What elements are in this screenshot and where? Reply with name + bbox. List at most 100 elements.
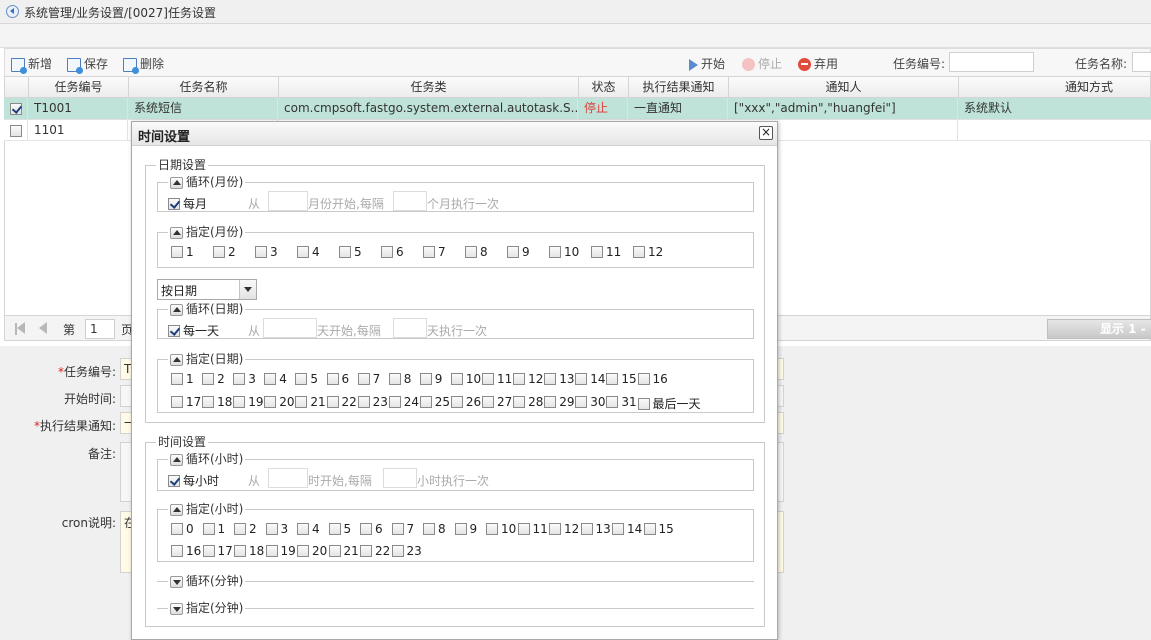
option-checkbox[interactable]	[381, 245, 393, 258]
checkbox-option[interactable]: 10	[450, 372, 481, 386]
option-checkbox[interactable]	[357, 372, 370, 385]
option-checkbox[interactable]	[255, 245, 267, 258]
checkbox-option[interactable]: 24	[388, 395, 419, 409]
option-checkbox[interactable]	[450, 395, 463, 408]
back-circle-icon[interactable]	[6, 5, 19, 18]
every-month-checkbox[interactable]	[168, 197, 180, 210]
checkbox-option[interactable]: 2	[213, 245, 236, 259]
checkbox-option[interactable]: 9	[454, 522, 477, 536]
checkbox-option[interactable]: 最后一天	[637, 395, 701, 412]
option-checkbox[interactable]	[171, 395, 183, 408]
month-start-input[interactable]	[268, 191, 308, 211]
option-checkbox[interactable]	[297, 245, 309, 258]
checkbox-option[interactable]: 27	[482, 395, 512, 409]
checkbox-option[interactable]: 2	[202, 372, 225, 386]
checkbox-option[interactable]: 5	[295, 372, 318, 386]
checkbox-option[interactable]: 25	[419, 395, 450, 409]
checkbox-option[interactable]: 9	[419, 372, 442, 386]
option-checkbox[interactable]	[423, 522, 435, 535]
chevron-down-icon[interactable]	[239, 280, 256, 299]
checkbox-option[interactable]: 14	[575, 372, 606, 386]
checkbox-option[interactable]: 22	[360, 544, 390, 558]
option-checkbox[interactable]	[171, 544, 183, 557]
checkbox-option[interactable]: 10	[549, 245, 579, 259]
header-method[interactable]: 通知方式	[959, 77, 1151, 98]
option-checkbox[interactable]	[388, 372, 401, 385]
checkbox-option[interactable]: 22	[326, 395, 357, 409]
option-checkbox[interactable]	[637, 397, 650, 410]
option-checkbox[interactable]	[264, 372, 277, 385]
start-button[interactable]: 开始	[689, 55, 725, 72]
every-day-option[interactable]: 每一天	[168, 322, 219, 339]
checkbox-option[interactable]: 2	[234, 522, 257, 536]
checkbox-option[interactable]: 8	[465, 245, 488, 259]
option-checkbox[interactable]	[202, 395, 215, 408]
option-checkbox[interactable]	[295, 372, 308, 385]
option-checkbox[interactable]	[549, 522, 561, 535]
checkbox-option[interactable]: 15	[606, 372, 637, 386]
option-checkbox[interactable]	[391, 544, 404, 557]
checkbox-option[interactable]: 5	[328, 522, 351, 536]
option-checkbox[interactable]	[419, 372, 432, 385]
table-row[interactable]: T1001 系统短信 com.cmpsoft.fastgo.system.ext…	[4, 98, 1151, 120]
checkbox-option[interactable]: 13	[544, 372, 574, 386]
option-checkbox[interactable]	[419, 395, 432, 408]
row-select-cell[interactable]	[4, 98, 28, 119]
checkbox-option[interactable]: 12	[549, 522, 579, 536]
delete-button[interactable]: 删除	[123, 55, 164, 74]
option-checkbox[interactable]	[513, 395, 526, 408]
add-button[interactable]: 新增	[11, 55, 52, 74]
checkbox-option[interactable]: 3	[233, 372, 256, 386]
option-checkbox[interactable]	[360, 544, 372, 557]
option-checkbox[interactable]	[297, 544, 309, 557]
header-task-class[interactable]: 任务类	[279, 77, 579, 98]
close-icon[interactable]: ×	[759, 126, 773, 140]
option-checkbox[interactable]	[482, 395, 494, 408]
option-checkbox[interactable]	[233, 372, 246, 385]
option-checkbox[interactable]	[202, 522, 215, 535]
row-checkbox[interactable]	[10, 102, 22, 115]
every-day-checkbox[interactable]	[168, 324, 180, 337]
hour-start-input[interactable]	[268, 468, 308, 488]
option-checkbox[interactable]	[328, 544, 341, 557]
option-checkbox[interactable]	[423, 245, 435, 258]
checkbox-option[interactable]: 7	[357, 372, 380, 386]
option-checkbox[interactable]	[606, 372, 619, 385]
every-month-option[interactable]: 每月	[168, 195, 207, 212]
specify-minute-legend[interactable]: 指定(分钟)	[168, 601, 246, 615]
checkbox-option[interactable]: 26	[450, 395, 481, 409]
option-checkbox[interactable]	[575, 395, 588, 408]
option-checkbox[interactable]	[517, 522, 530, 535]
option-checkbox[interactable]	[213, 245, 225, 258]
option-checkbox[interactable]	[606, 395, 619, 408]
option-checkbox[interactable]	[513, 372, 526, 385]
option-checkbox[interactable]	[202, 372, 215, 385]
checkbox-option[interactable]: 0	[171, 522, 194, 536]
checkbox-option[interactable]: 11	[517, 522, 548, 536]
option-checkbox[interactable]	[388, 395, 401, 408]
option-checkbox[interactable]	[295, 395, 308, 408]
day-start-input[interactable]	[263, 318, 317, 338]
checkbox-option[interactable]: 6	[360, 522, 383, 536]
checkbox-option[interactable]: 17	[202, 544, 233, 558]
checkbox-option[interactable]: 10	[486, 522, 516, 536]
cycle-day-legend[interactable]: 循环(日期)	[168, 302, 246, 316]
option-checkbox[interactable]	[612, 522, 624, 535]
option-checkbox[interactable]	[234, 522, 246, 535]
every-hour-checkbox[interactable]	[168, 474, 180, 487]
row-select-cell[interactable]	[4, 120, 28, 141]
option-checkbox[interactable]	[171, 372, 183, 385]
checkbox-option[interactable]: 15	[643, 522, 674, 536]
header-task-name[interactable]: 任务名称	[129, 77, 279, 98]
checkbox-option[interactable]: 3	[255, 245, 278, 259]
option-checkbox[interactable]	[328, 522, 341, 535]
checkbox-option[interactable]: 19	[233, 395, 263, 409]
option-checkbox[interactable]	[482, 372, 494, 385]
option-checkbox[interactable]	[391, 522, 404, 535]
option-checkbox[interactable]	[580, 522, 593, 535]
option-checkbox[interactable]	[591, 245, 603, 258]
option-checkbox[interactable]	[544, 395, 557, 408]
option-checkbox[interactable]	[171, 245, 183, 258]
checkbox-option[interactable]: 1	[171, 372, 194, 386]
option-checkbox[interactable]	[265, 544, 278, 557]
